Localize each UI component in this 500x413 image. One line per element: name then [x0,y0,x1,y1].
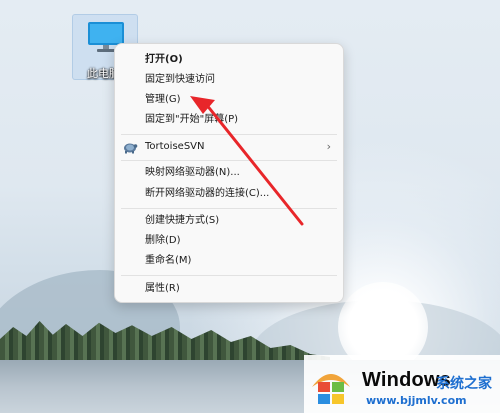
menu-item-pin-start-label: 固定到"开始"屏幕(P) [145,114,239,125]
chevron-right-icon: › [326,140,331,153]
menu-item-map-network-drive[interactable]: 映射网络驱动器(N)... [115,163,343,183]
menu-item-tortoisesvn-label: TortoiseSVN [145,141,205,152]
context-menu: 打开(O) 固定到快速访问 管理(G) 固定到"开始"屏幕(P) Tortois… [114,43,344,303]
menu-item-manage[interactable]: 管理(G) [115,90,343,110]
menu-item-create-shortcut[interactable]: 创建快捷方式(S) [115,211,343,231]
menu-item-open-label: 打开(O) [145,54,183,65]
menu-item-pin-quick-access-label: 固定到快速访问 [145,74,215,85]
menu-item-manage-label: 管理(G) [145,94,181,105]
menu-item-tortoisesvn[interactable]: TortoiseSVN › [115,137,343,157]
watermark-site-name: 系统之家 [436,376,492,392]
menu-item-properties-label: 属性(R) [145,283,180,294]
menu-item-delete[interactable]: 删除(D) [115,231,343,251]
windows-logo-icon [312,374,350,404]
menu-item-rename-label: 重命名(M) [145,255,192,266]
menu-item-disconnect-network-drive[interactable]: 断开网络驱动器的连接(C)... [115,184,343,204]
menu-item-disconnect-network-drive-label: 断开网络驱动器的连接(C)... [145,188,270,199]
menu-separator [121,160,337,161]
menu-item-pin-quick-access[interactable]: 固定到快速访问 [115,70,343,90]
menu-item-delete-label: 删除(D) [145,235,181,246]
watermark: Windows 系统之家 www.bjjmlv.com [304,355,500,413]
menu-item-open[interactable]: 打开(O) [115,50,343,70]
tortoisesvn-icon [124,143,138,154]
desktop: 此电脑 打开(O) 固定到快速访问 管理(G) 固定到"开始"屏幕(P) Tor… [0,0,500,413]
menu-separator [121,275,337,276]
menu-item-create-shortcut-label: 创建快捷方式(S) [145,215,220,226]
menu-item-properties[interactable]: 属性(R) [115,279,343,299]
watermark-url: www.bjjmlv.com [366,394,467,407]
menu-item-map-network-drive-label: 映射网络驱动器(N)... [145,167,240,178]
menu-separator [121,134,337,135]
menu-item-rename[interactable]: 重命名(M) [115,251,343,271]
menu-item-pin-start[interactable]: 固定到"开始"屏幕(P) [115,110,343,130]
menu-separator [121,208,337,209]
